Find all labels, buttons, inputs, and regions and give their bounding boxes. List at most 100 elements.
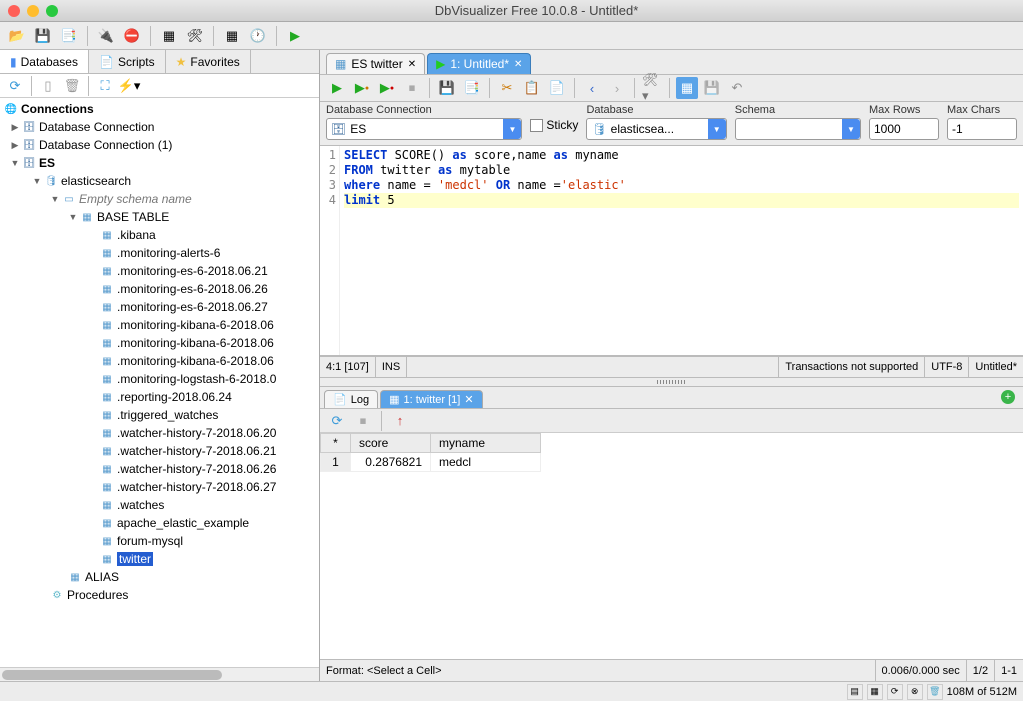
rollback-icon[interactable]: ↶	[726, 77, 748, 99]
connect-icon[interactable]: 🔌	[95, 25, 117, 47]
sql-editor[interactable]: 1234 SELECT SCORE() as score,name as myn…	[320, 146, 1023, 356]
tree-table[interactable]: ▦.watcher-history-7-2018.06.20	[0, 424, 319, 442]
reload-icon[interactable]: ⟳	[326, 410, 348, 432]
trash-icon[interactable]: 🗑	[927, 684, 943, 700]
database-select[interactable]: 🛢elasticsea...▼	[586, 118, 726, 140]
tree-table[interactable]: ▦.watcher-history-7-2018.06.26	[0, 460, 319, 478]
next-icon[interactable]: ›	[606, 77, 628, 99]
run-icon[interactable]: ▶	[326, 77, 348, 99]
dbconn-select[interactable]: 🗄ES▼	[326, 118, 522, 140]
maxrows-input[interactable]: 1000	[869, 118, 939, 140]
close-icon[interactable]: ✕	[408, 59, 416, 70]
grid-icon[interactable]: ▦	[158, 25, 180, 47]
copy-icon[interactable]: 📋	[521, 77, 543, 99]
delete-icon[interactable]: 🗑	[61, 75, 83, 97]
transaction-status: Transactions not supported	[779, 357, 925, 377]
tree-table[interactable]: ▦.monitoring-kibana-6-2018.06	[0, 334, 319, 352]
saveas-icon[interactable]: 📑	[461, 77, 483, 99]
tab-scripts[interactable]: 📄Scripts	[89, 50, 166, 73]
open-icon[interactable]: 📂	[6, 25, 28, 47]
tree-table[interactable]: ▦apache_elastic_example	[0, 514, 319, 532]
schema-select[interactable]: ▼	[735, 118, 861, 140]
tree-table[interactable]: ▦.monitoring-logstash-6-2018.0	[0, 370, 319, 388]
split-handle[interactable]	[320, 378, 1023, 386]
prev-icon[interactable]: ‹	[581, 77, 603, 99]
maxrows-label: Max Rows	[869, 104, 939, 116]
tools-icon[interactable]: 🛠	[184, 25, 206, 47]
footer-icon[interactable]: ▤	[847, 684, 863, 700]
maxchars-input[interactable]: -1	[947, 118, 1017, 140]
disconnect-icon[interactable]: ⛔	[121, 25, 143, 47]
tree: 🌐Connections ▶🗄Database Connection ▶🗄Dat…	[0, 98, 319, 667]
maximize-icon[interactable]	[46, 5, 58, 17]
collapse-icon[interactable]: ⛶	[94, 75, 116, 97]
tree-conn[interactable]: ▶🗄Database Connection	[0, 118, 319, 136]
run-icon[interactable]: ▶	[284, 25, 306, 47]
tree-schema[interactable]: ▼▭Empty schema name	[0, 190, 319, 208]
footer-icon[interactable]: ▦	[867, 684, 883, 700]
editor-tab[interactable]: ▦ES twitter✕	[326, 53, 425, 74]
table-icon[interactable]: ▦	[221, 25, 243, 47]
copy-icon[interactable]: ▯	[37, 75, 59, 97]
tree-procedures[interactable]: ⚙Procedures	[0, 586, 319, 604]
result-grid[interactable]: * score myname 1 0.2876821 medcl	[320, 433, 1023, 659]
tree-table[interactable]: ▦.monitoring-kibana-6-2018.06	[0, 352, 319, 370]
tab-log[interactable]: 📄Log	[324, 390, 378, 408]
col-star[interactable]: *	[321, 434, 351, 453]
tree-alias[interactable]: ▦ALIAS	[0, 568, 319, 586]
tree-table[interactable]: ▦twitter	[0, 550, 319, 568]
tab-databases[interactable]: ▮Databases	[0, 50, 89, 73]
stop-icon[interactable]: ⏹	[401, 77, 423, 99]
stop-icon[interactable]: ⏹	[352, 410, 374, 432]
tree-table[interactable]: ▦.kibana	[0, 226, 319, 244]
clock-icon[interactable]: 🕐	[247, 25, 269, 47]
export-icon[interactable]: ↑	[389, 410, 411, 432]
tree-table[interactable]: ▦.watches	[0, 496, 319, 514]
tree-table[interactable]: ▦.monitoring-es-6-2018.06.27	[0, 298, 319, 316]
settings-icon[interactable]: 🛠▾	[641, 77, 663, 99]
cut-icon[interactable]: ✂	[496, 77, 518, 99]
save-icon[interactable]: 💾	[436, 77, 458, 99]
filter-icon[interactable]: ⚡▾	[118, 75, 140, 97]
tree-table[interactable]: ▦.monitoring-es-6-2018.06.21	[0, 262, 319, 280]
tree-table[interactable]: ▦.monitoring-alerts-6	[0, 244, 319, 262]
tab-favorites[interactable]: ★Favorites	[166, 50, 251, 73]
tree-basetable[interactable]: ▼▦BASE TABLE	[0, 208, 319, 226]
refresh-icon[interactable]: ⟳	[887, 684, 903, 700]
tree-table[interactable]: ▦forum-mysql	[0, 532, 319, 550]
add-tab-button[interactable]: +	[1001, 390, 1015, 404]
tree-table[interactable]: ▦.monitoring-kibana-6-2018.06	[0, 316, 319, 334]
tree-table[interactable]: ▦.watcher-history-7-2018.06.27	[0, 478, 319, 496]
tree-conn-es[interactable]: ▼🗄ES	[0, 154, 319, 172]
tree-table[interactable]: ▦.monitoring-es-6-2018.06.26	[0, 280, 319, 298]
saveall-icon[interactable]: 📑	[58, 25, 80, 47]
tree-table[interactable]: ▦.reporting-2018.06.24	[0, 388, 319, 406]
table-row[interactable]: 1 0.2876821 medcl	[321, 453, 541, 472]
tree-table[interactable]: ▦.triggered_watches	[0, 406, 319, 424]
commit-icon[interactable]: 💾	[701, 77, 723, 99]
tree-db[interactable]: ▼🛢elasticsearch	[0, 172, 319, 190]
col-myname[interactable]: myname	[431, 434, 541, 453]
memory-status: 108M of 512M	[947, 686, 1017, 698]
paste-icon[interactable]: 📄	[546, 77, 568, 99]
run-script-icon[interactable]: ▶●	[376, 77, 398, 99]
code-area[interactable]: SELECT SCORE() as score,name as myname F…	[340, 146, 1023, 355]
run-step-icon[interactable]: ▶●	[351, 77, 373, 99]
save-icon[interactable]: 💾	[32, 25, 54, 47]
minimize-icon[interactable]	[27, 5, 39, 17]
schema-label: Schema	[735, 104, 861, 116]
tab-result[interactable]: ▦1: twitter [1]✕	[380, 390, 482, 408]
tree-conn[interactable]: ▶🗄Database Connection (1)	[0, 136, 319, 154]
scrollbar-horizontal[interactable]	[0, 667, 319, 681]
close-icon[interactable]	[8, 5, 20, 17]
stop-icon[interactable]: ⊗	[907, 684, 923, 700]
editor-tab-active[interactable]: ▶1: Untitled*✕	[427, 53, 531, 74]
col-score[interactable]: score	[351, 434, 431, 453]
close-icon[interactable]: ✕	[514, 59, 522, 70]
close-icon[interactable]: ✕	[464, 393, 473, 406]
refresh-icon[interactable]: ⟳	[4, 75, 26, 97]
autocommit-icon[interactable]: ▦	[676, 77, 698, 99]
tree-table[interactable]: ▦.watcher-history-7-2018.06.21	[0, 442, 319, 460]
tree-root[interactable]: 🌐Connections	[0, 100, 319, 118]
sticky-checkbox[interactable]	[530, 119, 543, 132]
